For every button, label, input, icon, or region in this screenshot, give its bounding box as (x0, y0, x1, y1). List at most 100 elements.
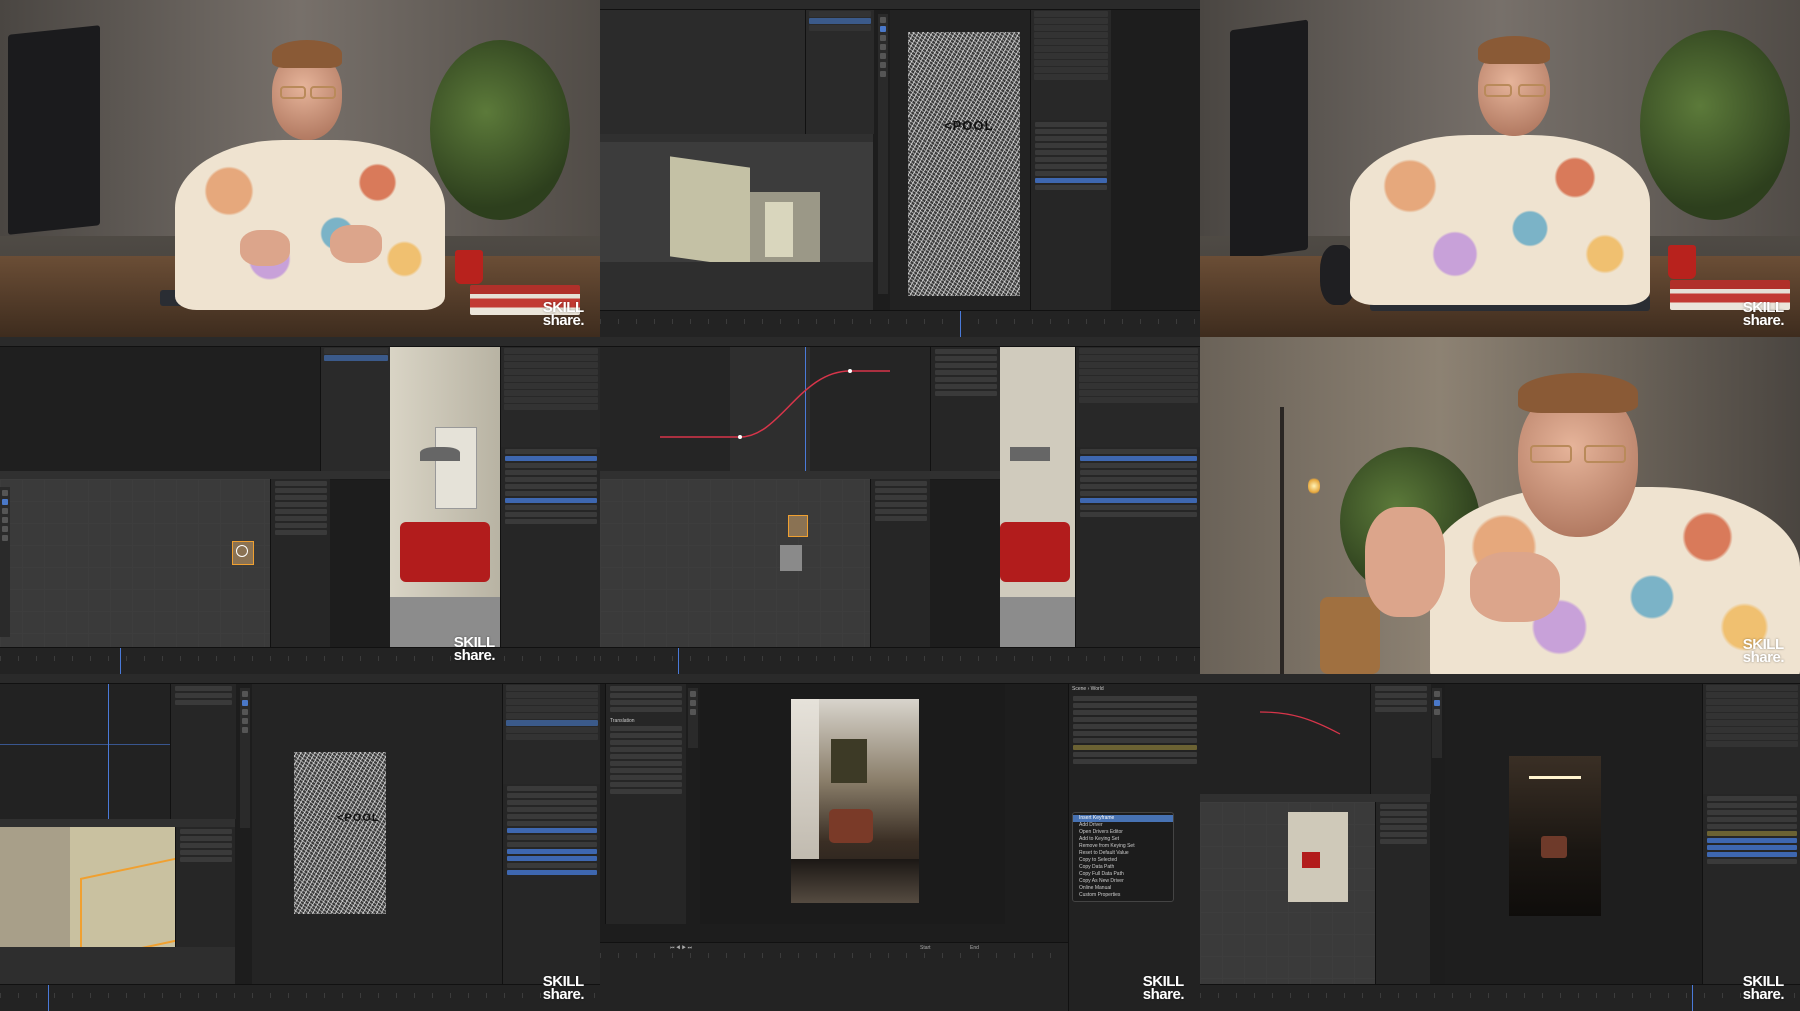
n-panel[interactable] (175, 827, 235, 947)
glasses-icon (280, 86, 306, 99)
f-curve[interactable] (1200, 684, 1370, 794)
menu-item-remove-from-keying-set[interactable]: Remove from Keying Set (1073, 843, 1173, 850)
brick-wall (0, 827, 70, 947)
timeline[interactable] (600, 310, 1200, 337)
ghost-cube (780, 545, 802, 571)
hair (1478, 36, 1550, 64)
properties-panel[interactable] (1075, 447, 1200, 649)
floor (1000, 597, 1075, 649)
render-viewport[interactable]: <POOL (890, 10, 1030, 312)
menu-item-copy-data-path[interactable]: Copy Data Path (1073, 864, 1173, 871)
graph-viewport[interactable] (600, 10, 805, 134)
3d-viewport-room[interactable] (600, 142, 873, 312)
timeline[interactable] (0, 647, 600, 674)
tool-column[interactable] (240, 688, 250, 828)
properties-panel[interactable] (500, 447, 600, 649)
menu-item-copy-full-data-path[interactable]: Copy Full Data Path (1073, 871, 1173, 878)
graph-editor[interactable] (0, 684, 170, 819)
glasses-icon (1584, 445, 1626, 463)
playback-controls[interactable]: ⏮ ◀ ▶ ⏭ (670, 945, 692, 951)
graph-sidebar[interactable] (930, 347, 1001, 471)
timeline[interactable] (1200, 984, 1800, 1011)
selected-cube[interactable] (788, 515, 808, 537)
door (435, 427, 477, 509)
n-panel[interactable] (870, 479, 930, 649)
3d-viewport[interactable] (0, 479, 330, 649)
outliner[interactable] (1702, 684, 1800, 794)
playhead[interactable] (678, 648, 679, 674)
menu-item-copy-to-selected[interactable]: Copy to Selected (1073, 857, 1173, 864)
preview-grid: SKILL share. <POOL SKILL share. SKILL sh… (0, 0, 1800, 1011)
computer-monitor (1230, 19, 1308, 261)
playhead[interactable] (960, 311, 961, 337)
tool-column[interactable] (0, 487, 10, 637)
graph-sidebar[interactable] (1370, 684, 1431, 794)
playhead[interactable] (48, 985, 49, 1011)
tab-world[interactable]: World (1091, 686, 1104, 692)
n-panel[interactable]: Translation (605, 684, 686, 924)
skillshare-watermark: SKILL share. (542, 299, 585, 329)
floor (0, 947, 235, 985)
properties-panel[interactable] (1030, 120, 1111, 312)
playhead[interactable] (1692, 985, 1693, 1011)
menu-item-insert-keyframe[interactable]: Insert Keyframe (1073, 815, 1173, 822)
tab-scene[interactable]: Scene (1072, 686, 1086, 692)
3d-viewport[interactable] (1200, 802, 1430, 985)
camera-view[interactable] (390, 347, 500, 649)
transform-gizmo-icon[interactable] (236, 545, 248, 557)
properties-panel[interactable] (1702, 794, 1800, 985)
timeline[interactable] (600, 647, 1200, 674)
playhead[interactable] (108, 684, 109, 819)
blender-screen-graph-editor (600, 337, 1200, 674)
blender-screen-render-progress: <POOL SKILL share. (0, 674, 600, 1011)
n-panel[interactable] (1375, 802, 1430, 985)
mini-panel[interactable] (320, 347, 391, 471)
playhead[interactable] (120, 648, 121, 674)
blender-screen-render-small: SKILL share. (1200, 674, 1800, 1011)
mini-panel[interactable] (805, 10, 874, 134)
outliner[interactable] (1030, 10, 1111, 120)
red-armchair (400, 522, 490, 582)
render-viewport[interactable]: <POOL (252, 684, 502, 985)
graph-editor[interactable] (1200, 684, 1370, 794)
skillshare-watermark: SKILL share. (1142, 973, 1185, 1003)
f-curve[interactable] (600, 347, 930, 471)
noisy-render (908, 32, 1020, 296)
graph-sidebar[interactable] (170, 684, 236, 819)
door-sign-text: <POOL (944, 118, 994, 133)
3d-viewport[interactable] (600, 479, 930, 649)
lightbulb-icon (1308, 477, 1320, 495)
computer-monitor (8, 25, 100, 235)
empty-editor[interactable] (0, 347, 320, 471)
menu-item-online-manual[interactable]: Online Manual (1073, 885, 1173, 892)
n-panel[interactable] (270, 479, 330, 649)
floor (600, 262, 873, 312)
menu-item-copy-as-new-driver[interactable]: Copy As New Driver (1073, 878, 1173, 885)
tool-column[interactable] (878, 14, 888, 294)
armchair (829, 809, 873, 843)
timeline[interactable] (0, 984, 600, 1011)
menu-item-open-drivers-editor[interactable]: Open Drivers Editor (1073, 829, 1173, 836)
tool-column[interactable] (688, 688, 698, 748)
reflective-floor (791, 859, 919, 903)
camera-view[interactable] (1000, 347, 1075, 649)
menu-item-add-driver[interactable]: Add Driver (1073, 822, 1173, 829)
blender-screen-chair: SKILL share. (0, 337, 600, 674)
menu-item-add-to-keying-set[interactable]: Add to Keying Set (1073, 836, 1173, 843)
properties-panel[interactable] (502, 784, 600, 985)
3d-viewport-room[interactable] (0, 827, 235, 985)
outliner[interactable] (500, 347, 600, 447)
render-viewport[interactable] (700, 684, 1005, 924)
context-menu[interactable]: Insert Keyframe Add Driver Open Drivers … (1072, 812, 1174, 902)
skillshare-watermark: SKILL share. (1742, 299, 1785, 329)
red-chair (1302, 852, 1320, 868)
menu-item-reset-default[interactable]: Reset to Default Value (1073, 850, 1173, 857)
graph-editor[interactable] (600, 347, 930, 471)
outliner[interactable] (502, 684, 600, 784)
instructor-video-desk-1: SKILL share. (0, 0, 600, 337)
tool-column[interactable] (1432, 688, 1442, 758)
menu-item-custom-properties[interactable]: Custom Properties (1073, 892, 1173, 899)
outliner[interactable] (1075, 347, 1200, 447)
blender-topbar (0, 337, 600, 347)
plant (1640, 30, 1790, 220)
